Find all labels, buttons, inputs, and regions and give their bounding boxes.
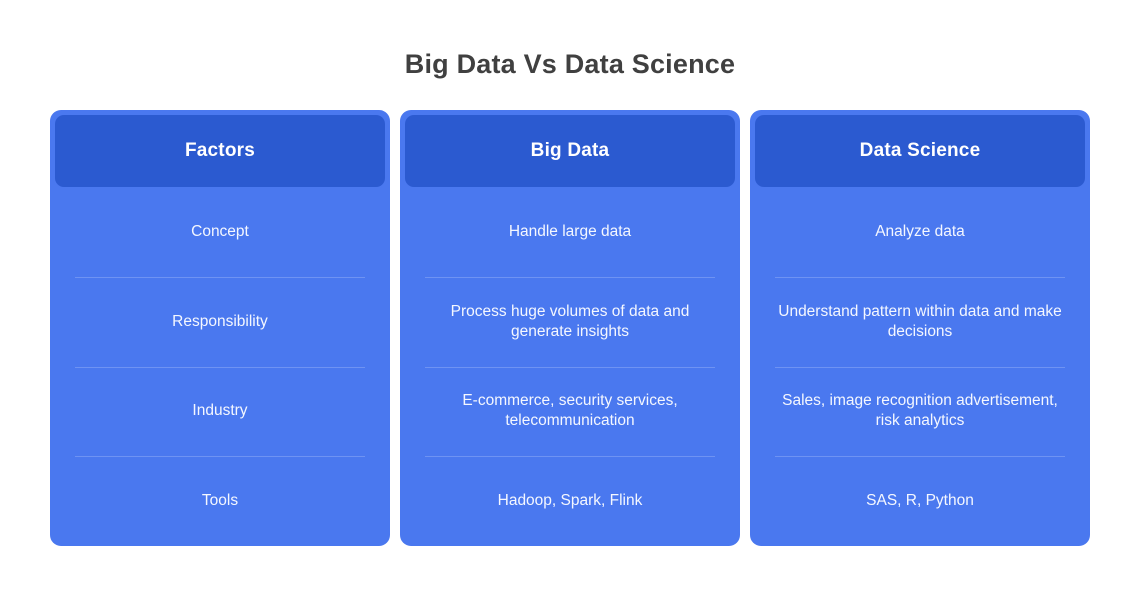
column-header-label: Big Data	[530, 140, 610, 161]
table-cell-text: Process huge volumes of data and generat…	[450, 302, 690, 340]
table-cell: E-commerce, security services, telecommu…	[400, 366, 740, 457]
table-cell: SAS, R, Python	[750, 456, 1090, 546]
column-header-label: Factors	[184, 140, 256, 161]
comparison-table-page: Big Data Vs Data Science Factors Concept…	[0, 0, 1140, 598]
table-column-factors: Factors Concept Responsibility Industry …	[50, 110, 390, 546]
table-cell-text: Concept	[191, 222, 249, 240]
table-cell: Handle large data	[400, 187, 740, 277]
table-cell-text: Analyze data	[875, 222, 965, 240]
table-column-big-data: Big Data Handle large data Process huge …	[400, 110, 740, 546]
column-body-data-science: Analyze data Understand pattern within d…	[750, 187, 1090, 546]
table-cell-text: Handle large data	[508, 222, 632, 240]
column-header-factors: Factors	[55, 115, 385, 187]
comparison-table: Factors Concept Responsibility Industry …	[50, 110, 1090, 546]
table-cell-text: Sales, image recognition advertisement, …	[782, 392, 1058, 430]
table-cell: Concept	[50, 187, 390, 277]
table-cell: Tools	[50, 456, 390, 546]
table-cell: Understand pattern within data and make …	[750, 276, 1090, 367]
table-cell-text: SAS, R, Python	[866, 492, 974, 510]
table-cell-text: Industry	[192, 402, 248, 420]
column-header-label: Data Science	[859, 140, 981, 161]
table-cell: Industry	[50, 366, 390, 457]
table-cell: Analyze data	[750, 187, 1090, 277]
table-cell-text: Understand pattern within data and make …	[778, 302, 1062, 340]
table-cell: Responsibility	[50, 276, 390, 367]
table-cell: Hadoop, Spark, Flink	[400, 456, 740, 546]
table-cell-text: Responsibility	[172, 312, 268, 330]
column-header-data-science: Data Science	[755, 115, 1085, 187]
table-cell: Sales, image recognition advertisement, …	[750, 366, 1090, 457]
column-body-factors: Concept Responsibility Industry Tools	[50, 187, 390, 546]
table-cell: Process huge volumes of data and generat…	[400, 276, 740, 367]
table-column-data-science: Data Science Analyze data Understand pat…	[750, 110, 1090, 546]
column-header-big-data: Big Data	[405, 115, 735, 187]
table-cell-text: Tools	[201, 492, 239, 510]
table-cell-text: Hadoop, Spark, Flink	[497, 492, 643, 510]
table-cell-text: E-commerce, security services, telecommu…	[462, 392, 678, 430]
page-title: Big Data Vs Data Science	[404, 49, 736, 79]
column-body-big-data: Handle large data Process huge volumes o…	[400, 187, 740, 546]
